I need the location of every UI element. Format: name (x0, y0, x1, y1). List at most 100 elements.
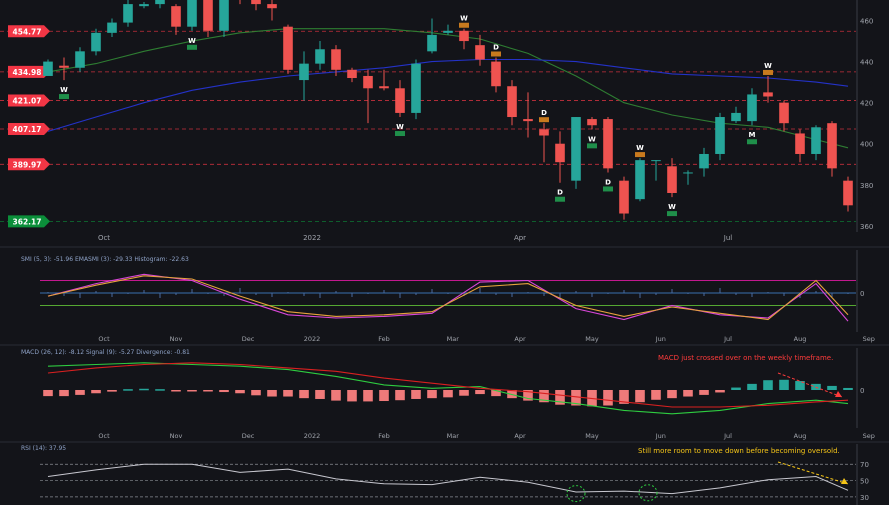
x-tick-label: Apr (514, 432, 526, 440)
candle-body (331, 49, 341, 70)
candle-body (651, 160, 661, 162)
pattern-marker-label: D (557, 189, 563, 197)
x-tick-label: Jul (723, 335, 732, 343)
candle-body (75, 51, 85, 68)
macd-histogram-bar (635, 390, 645, 403)
price-level-label: 389.97 (13, 160, 42, 169)
candle-body (539, 129, 549, 136)
macd-histogram-bar (283, 390, 293, 397)
macd-histogram-bar (427, 390, 437, 399)
pattern-marker-label: W (460, 15, 468, 23)
x-tick-label: Jun (655, 335, 666, 343)
y-tick-label: 420 (860, 100, 873, 108)
candle-body (731, 112, 741, 122)
candle-body (187, 0, 197, 27)
candle-body (123, 4, 133, 23)
pattern-marker-label: M (749, 131, 756, 139)
macd-histogram-bar (203, 390, 213, 392)
y-tick-label: 70 (860, 461, 869, 469)
macd-histogram-bar (747, 383, 757, 390)
pattern-marker-label: D (541, 109, 547, 117)
macd-histogram-bar (75, 390, 85, 395)
pattern-marker-badge (491, 51, 501, 57)
macd-histogram-bar (699, 390, 709, 395)
macd-histogram-bar (683, 390, 693, 397)
macd-histogram-bar (187, 390, 197, 392)
candle-body (459, 30, 469, 42)
candle-body (827, 123, 837, 169)
candle-body (843, 180, 853, 206)
candle-body (427, 34, 437, 52)
candle-body (379, 86, 389, 89)
candle-body (43, 61, 53, 76)
candle-body (619, 180, 629, 214)
candle-body (507, 86, 517, 118)
candle-body (555, 143, 565, 163)
pattern-marker-badge (59, 94, 69, 100)
price-x-tick-label: Jul (723, 234, 733, 242)
y-tick-label: 460 (860, 18, 873, 26)
macd-histogram-bar (139, 388, 149, 391)
candle-body (795, 133, 805, 154)
macd-histogram-bar (331, 390, 341, 401)
x-tick-label: Nov (170, 335, 183, 343)
pattern-marker-badge (635, 152, 645, 158)
macd-histogram-bar (363, 390, 373, 402)
candle-body (411, 63, 421, 113)
candle-body (59, 65, 69, 68)
x-tick-label: Aug (794, 335, 807, 343)
candle-body (603, 119, 613, 169)
pattern-marker-label: D (493, 43, 499, 51)
pattern-marker-label: D (605, 178, 611, 186)
y-tick-label: 380 (860, 182, 873, 190)
y-tick-label: 440 (860, 59, 873, 67)
candle-body (363, 75, 373, 89)
price-level-label: 362.17 (13, 217, 42, 226)
pattern-marker-badge (187, 44, 197, 50)
price-x-tick-label: Oct (98, 234, 110, 242)
price-level-label: 421.07 (13, 96, 42, 105)
macd-histogram-bar (59, 390, 69, 397)
price-level-label: 407.17 (13, 125, 42, 134)
candle-body (315, 49, 325, 64)
macd-histogram-bar (651, 390, 661, 400)
candle-body (203, 0, 213, 31)
y-tick-label: 30 (860, 494, 869, 502)
candle-body (715, 117, 725, 154)
y-tick-label: 0 (860, 387, 864, 395)
candle-body (571, 117, 581, 181)
candle-body (267, 4, 277, 9)
candle-body (763, 92, 773, 97)
macd-histogram-bar (43, 390, 53, 397)
x-tick-label: Sep (863, 335, 875, 343)
macd-histogram-bar (667, 390, 677, 399)
macd-histogram-bar (459, 390, 469, 396)
macd-histogram-bar (299, 390, 309, 399)
price-level-label: 454.77 (13, 27, 42, 36)
rsi-annotation: Still more room to move down before beco… (638, 447, 840, 455)
candle-body (667, 166, 677, 193)
x-tick-label: Oct (98, 432, 110, 440)
macd-histogram-bar (475, 390, 485, 395)
pattern-marker-badge (459, 22, 469, 28)
candle-body (347, 69, 357, 79)
candle-body (779, 102, 789, 124)
macd-histogram-bar (379, 390, 389, 402)
pattern-marker-label: W (60, 86, 68, 94)
macd-histogram-bar (219, 390, 229, 393)
x-tick-label: Mar (447, 432, 460, 440)
x-tick-label: May (585, 335, 599, 343)
macd-histogram-bar (107, 390, 117, 392)
y-tick-label: 360 (860, 223, 873, 231)
candle-body (251, 0, 261, 5)
candle-body (683, 172, 693, 174)
macd-histogram-bar (443, 390, 453, 398)
x-tick-label: May (585, 432, 599, 440)
macd-histogram-bar (763, 380, 773, 390)
x-tick-label: 2022 (304, 335, 321, 343)
x-tick-label: Jun (655, 432, 666, 440)
macd-histogram-bar (395, 390, 405, 401)
candle-body (523, 119, 533, 122)
rsi-title: RSI (14): 37.95 (21, 445, 66, 452)
macd-histogram-bar (123, 389, 133, 391)
